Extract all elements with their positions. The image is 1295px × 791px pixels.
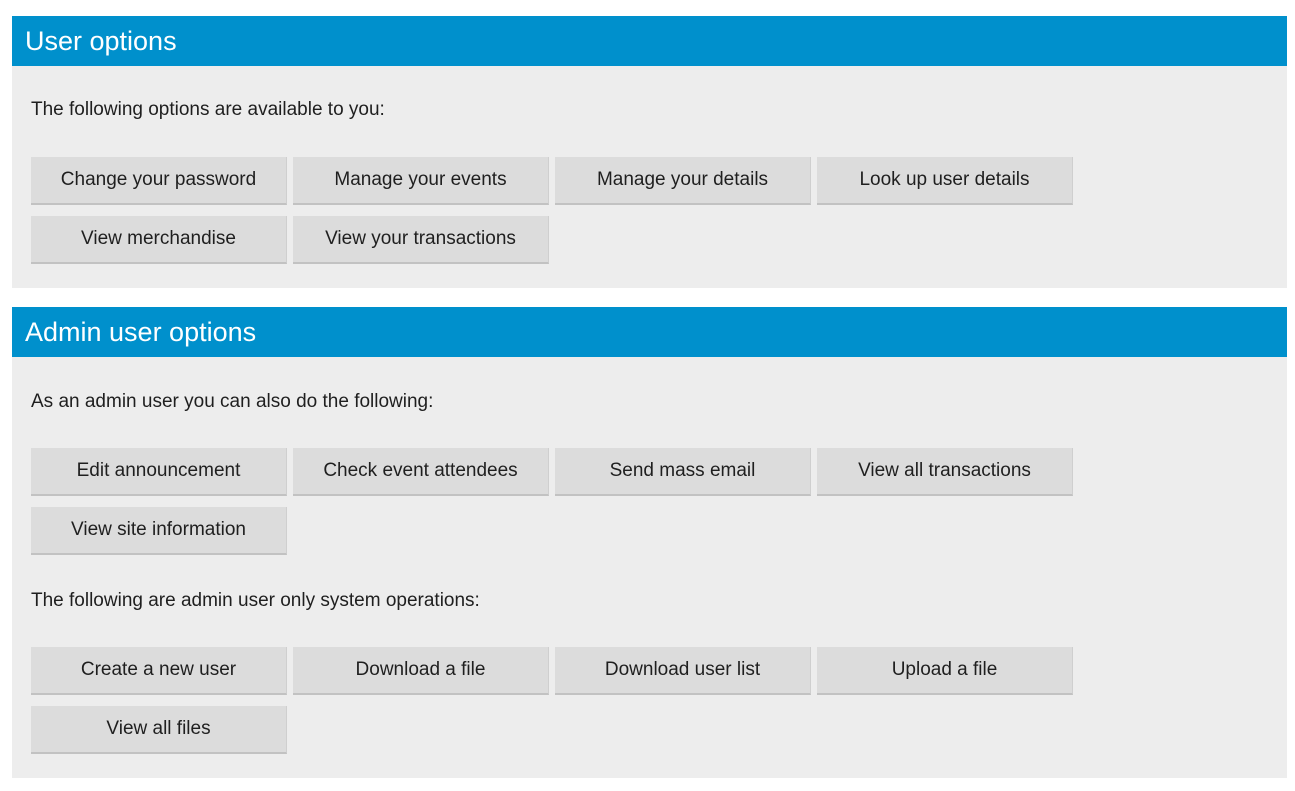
view-all-files-button[interactable]: View all files: [31, 706, 287, 754]
look-up-user-details-button[interactable]: Look up user details: [817, 157, 1073, 205]
user-options-panel: User options The following options are a…: [12, 16, 1287, 288]
edit-announcement-button[interactable]: Edit announcement: [31, 448, 287, 496]
user-options-intro: The following options are available to y…: [31, 99, 385, 120]
download-user-list-button[interactable]: Download user list: [555, 647, 811, 695]
admin-options-title: Admin user options: [12, 307, 1287, 357]
system-operations-intro: The following are admin user only system…: [31, 590, 480, 611]
view-your-transactions-button[interactable]: View your transactions: [293, 216, 549, 264]
system-operations-button-grid: Create a new user Download a file Downlo…: [31, 647, 1076, 754]
manage-details-button[interactable]: Manage your details: [555, 157, 811, 205]
user-options-button-grid: Change your password Manage your events …: [31, 157, 1076, 264]
upload-file-button[interactable]: Upload a file: [817, 647, 1073, 695]
admin-options-panel: Admin user options As an admin user you …: [12, 307, 1287, 778]
download-file-button[interactable]: Download a file: [293, 647, 549, 695]
create-new-user-button[interactable]: Create a new user: [31, 647, 287, 695]
view-merchandise-button[interactable]: View merchandise: [31, 216, 287, 264]
admin-options-button-grid: Edit announcement Check event attendees …: [31, 448, 1076, 555]
send-mass-email-button[interactable]: Send mass email: [555, 448, 811, 496]
view-all-transactions-button[interactable]: View all transactions: [817, 448, 1073, 496]
view-site-information-button[interactable]: View site information: [31, 507, 287, 555]
check-event-attendees-button[interactable]: Check event attendees: [293, 448, 549, 496]
manage-events-button[interactable]: Manage your events: [293, 157, 549, 205]
user-options-title: User options: [12, 16, 1287, 66]
change-password-button[interactable]: Change your password: [31, 157, 287, 205]
admin-options-intro: As an admin user you can also do the fol…: [31, 391, 434, 412]
